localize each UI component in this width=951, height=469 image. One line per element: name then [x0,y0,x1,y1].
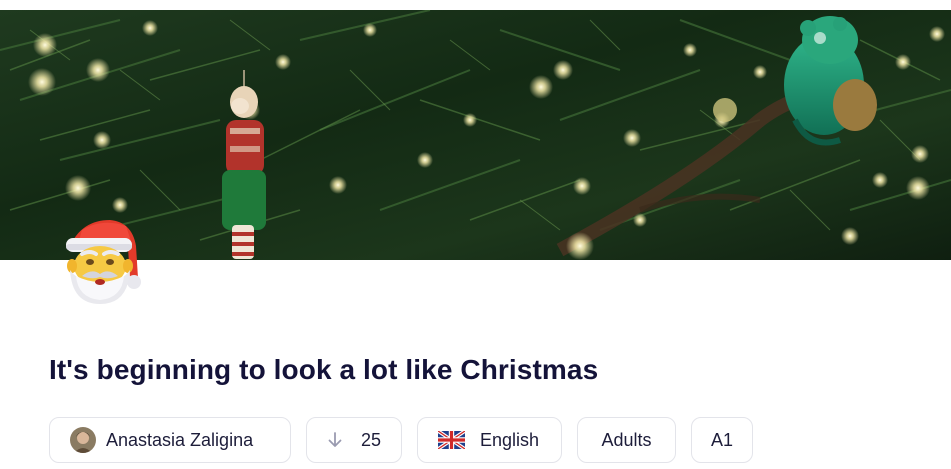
santa-claus-emoji [66,220,141,304]
language-label: English [480,429,540,450]
downloads-chip[interactable]: 25 [306,417,402,463]
author-name: Anastasia Zaligina [106,429,254,450]
avatar [70,427,96,453]
uk-flag-icon [438,431,465,449]
arrow-down-icon [328,432,342,447]
language-chip[interactable]: English [417,417,562,463]
audience-label: Adults [601,429,652,450]
audience-chip[interactable]: Adults [577,417,676,463]
author-chip[interactable]: Anastasia Zaligina [49,417,291,463]
top-strip [0,0,951,10]
lesson-page: It's beginning to look a lot like Christ… [0,0,951,469]
level-label: A1 [710,429,734,450]
page-title: It's beginning to look a lot like Christ… [49,354,599,385]
level-chip[interactable]: A1 [691,417,753,463]
download-count: 25 [361,429,382,450]
